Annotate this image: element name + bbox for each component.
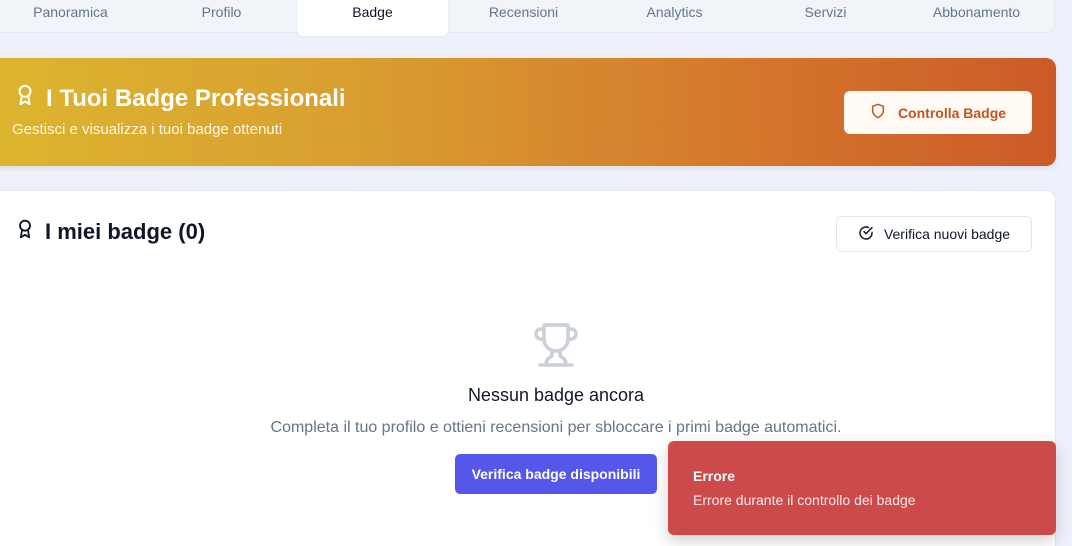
verifica-badge-disponibili-button[interactable]: Verifica badge disponibili — [455, 454, 657, 494]
toast-message: Errore durante il controllo dei badge — [693, 492, 916, 508]
tab-bar: Panoramica Profilo Badge Recensioni Anal… — [0, 0, 1055, 36]
empty-state-title: Nessun badge ancora — [467, 385, 645, 405]
award-icon — [14, 84, 36, 113]
tab-profilo[interactable]: Profilo — [146, 0, 297, 36]
trophy-icon — [532, 321, 580, 369]
empty-state-description: Completa il tuo profilo e ottieni recens… — [270, 419, 842, 436]
shield-icon — [870, 103, 886, 122]
verifica-nuovi-badge-button[interactable]: Verifica nuovi badge — [836, 216, 1032, 252]
banner-title: I Tuoi Badge Professionali — [46, 84, 346, 112]
tab-analytics[interactable]: Analytics — [599, 0, 750, 36]
check-circle-icon — [858, 225, 874, 244]
page: Panoramica Profilo Badge Recensioni Anal… — [0, 0, 1072, 546]
tab-badge[interactable]: Badge — [297, 0, 448, 36]
toast-title: Errore — [693, 468, 736, 484]
tab-abbonamento[interactable]: Abbonamento — [901, 0, 1052, 36]
error-toast[interactable]: Errore Errore durante il controllo dei b… — [668, 441, 1056, 535]
controlla-badge-label: Controlla Badge — [897, 104, 1007, 121]
badges-card-title: I miei badge (0) — [45, 219, 206, 244]
badge-banner: I Tuoi Badge Professionali Gestisci e vi… — [0, 58, 1056, 166]
controlla-badge-button[interactable]: Controlla Badge — [844, 91, 1032, 134]
tab-servizi[interactable]: Servizi — [750, 0, 901, 36]
tab-panoramica[interactable]: Panoramica — [0, 0, 146, 36]
verifica-nuovi-badge-label: Verifica nuovi badge — [883, 226, 1011, 242]
banner-heading: I Tuoi Badge Professionali — [14, 84, 346, 113]
tab-recensioni[interactable]: Recensioni — [448, 0, 599, 36]
banner-subtitle: Gestisci e visualizza i tuoi badge otten… — [12, 121, 283, 138]
award-icon — [15, 219, 35, 245]
badges-card-heading: I miei badge (0) — [15, 219, 205, 245]
